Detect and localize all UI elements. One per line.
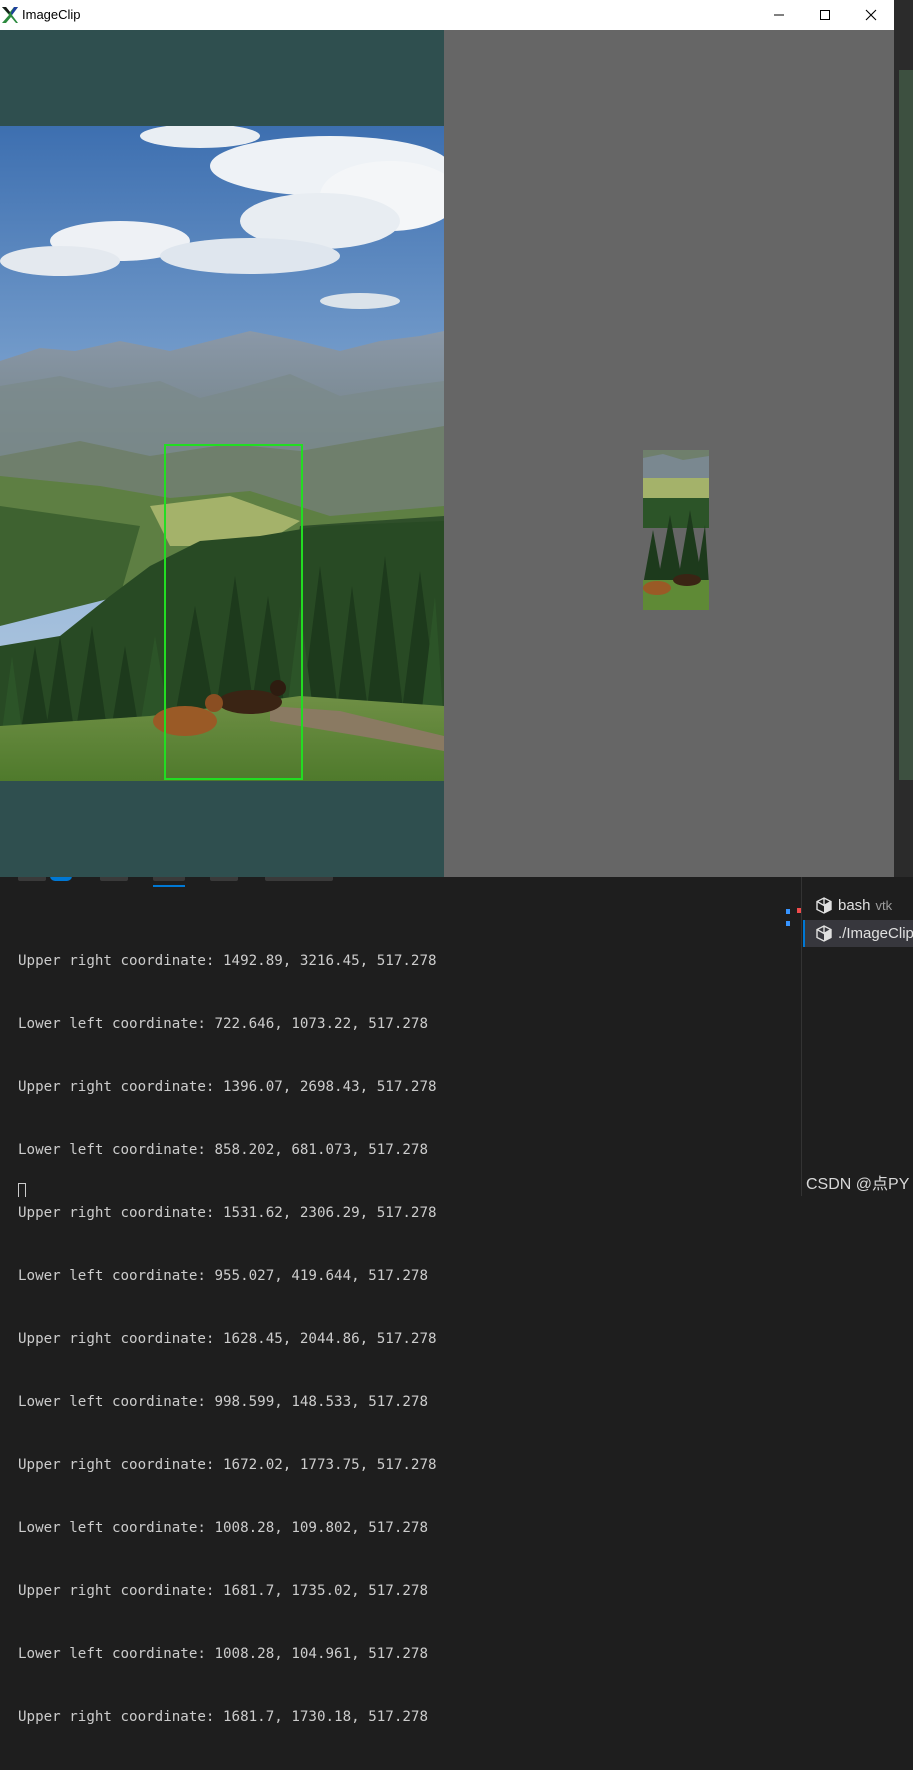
panel-tabs[interactable] (0, 877, 790, 891)
close-icon (865, 9, 877, 21)
terminal-line: Upper right coordinate: 1492.89, 3216.45… (18, 953, 437, 969)
terminal-output[interactable]: Upper right coordinate: 1492.89, 3216.45… (18, 909, 437, 1770)
maximize-icon (820, 10, 830, 20)
session-item-imageclip[interactable]: ./ImageClip (803, 920, 913, 947)
window-title: ImageClip (22, 7, 81, 22)
background-app-edge (894, 0, 913, 877)
terminal-line: Upper right coordinate: 1681.7, 1730.18,… (18, 1709, 428, 1725)
terminal-line: Upper right coordinate: 1628.45, 2044.86… (18, 1331, 437, 1347)
session-label: bash (838, 897, 871, 914)
session-label: ./ImageClip (838, 925, 913, 942)
terminal-line: Lower left coordinate: 1008.28, 104.961,… (18, 1646, 428, 1662)
close-button[interactable] (848, 0, 894, 30)
terminal-panel[interactable]: Upper right coordinate: 1492.89, 3216.45… (0, 877, 913, 1725)
terminal-line: Lower left coordinate: 1008.28, 109.802,… (18, 1520, 428, 1536)
cube-icon (816, 897, 832, 918)
minimize-button[interactable] (756, 0, 802, 30)
terminal-line: Upper right coordinate: 1681.7, 1735.02,… (18, 1583, 428, 1599)
minimize-icon (774, 14, 784, 16)
clipped-image (643, 450, 709, 610)
tab-terminal-indicator (153, 885, 185, 887)
imageclip-window: ImageClip (0, 0, 894, 877)
session-sublabel: vtk (875, 898, 893, 913)
session-item-bash[interactable]: bash vtk (803, 892, 913, 919)
source-image-viewport[interactable] (0, 30, 444, 877)
terminal-line: Lower left coordinate: 858.202, 681.073,… (18, 1142, 428, 1158)
terminal-line: Lower left coordinate: 998.599, 148.533,… (18, 1394, 428, 1410)
terminal-line: Lower left coordinate: 722.646, 1073.22,… (18, 1016, 428, 1032)
selection-rectangle[interactable] (164, 444, 303, 780)
terminal-line: Upper right coordinate: 1672.02, 1773.75… (18, 1457, 437, 1473)
terminal-line: Upper right coordinate: 1396.07, 2698.43… (18, 1079, 437, 1095)
terminal-line: Lower left coordinate: 955.027, 419.644,… (18, 1268, 428, 1284)
panel-divider[interactable] (801, 877, 802, 1196)
maximize-button[interactable] (802, 0, 848, 30)
title-bar[interactable]: ImageClip (0, 0, 894, 30)
vtk-logo-icon (1, 6, 19, 24)
terminal-cursor (18, 1183, 26, 1197)
problems-count-badge (50, 877, 72, 881)
terminal-line: Upper right coordinate: 1531.62, 2306.29… (18, 1205, 437, 1221)
clipped-image-viewport[interactable] (444, 30, 894, 877)
watermark-text: CSDN @点PY (806, 1176, 910, 1193)
terminal-session-list: bash vtk ./ImageClip (803, 892, 913, 947)
cube-icon (816, 925, 832, 946)
